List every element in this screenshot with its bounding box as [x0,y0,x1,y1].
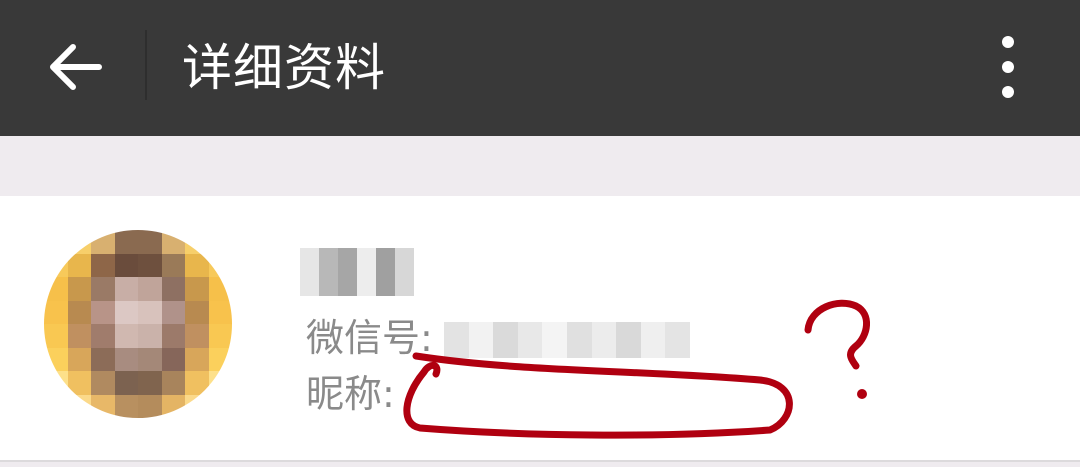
highlight-circle [403,352,793,439]
question-mark-icon [804,299,870,370]
red-annotation [403,299,870,439]
question-mark-dot [857,389,867,399]
